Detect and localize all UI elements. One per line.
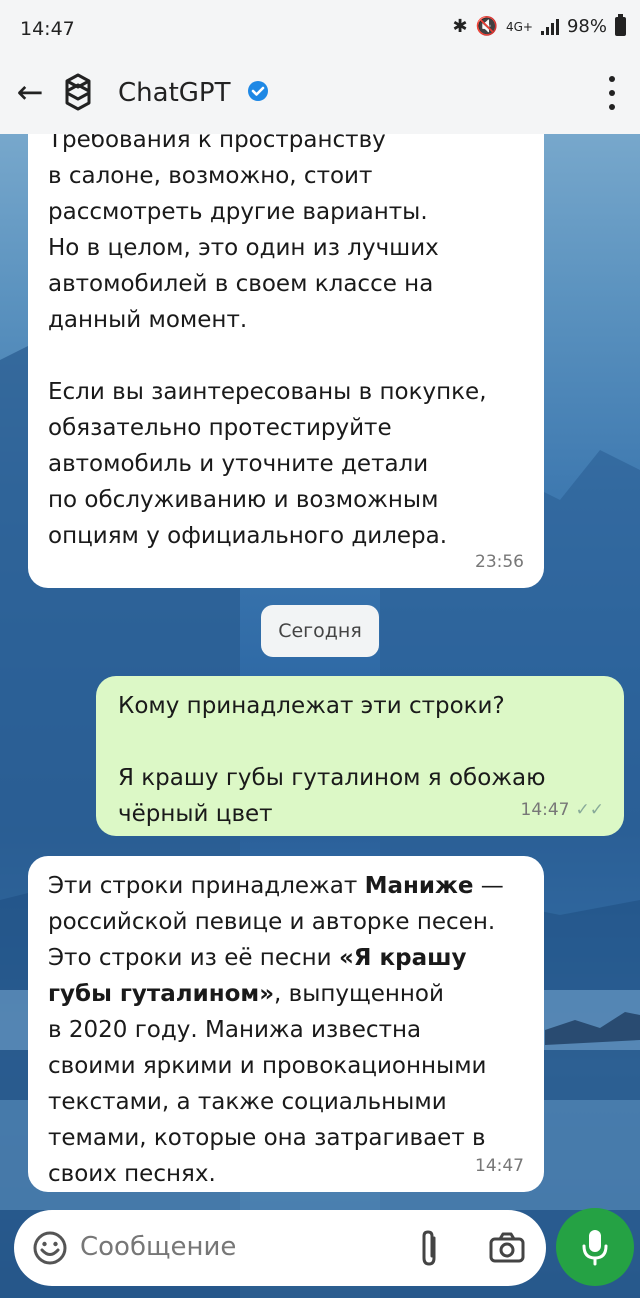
attach-icon[interactable]: [414, 1228, 444, 1268]
message-time: 14:47: [475, 1156, 524, 1176]
incoming-message[interactable]: Требования к пространству в салоне, возм…: [28, 100, 544, 588]
text-part: , выпущенной в 2020 году. Манижа известн…: [48, 981, 487, 1187]
message-input[interactable]: Сообщение: [80, 1232, 236, 1262]
camera-icon[interactable]: [488, 1232, 526, 1264]
message-composer[interactable]: Сообщение: [14, 1210, 546, 1286]
chatgpt-avatar-icon[interactable]: [56, 70, 100, 114]
battery-icon: [615, 14, 626, 36]
network-label: 4G+: [505, 19, 533, 34]
chat-title-text[interactable]: ChatGPT: [118, 78, 230, 108]
mute-icon: 🔇: [475, 16, 498, 37]
emoji-icon[interactable]: [32, 1230, 68, 1266]
overflow-menu-icon[interactable]: [606, 76, 618, 110]
chat-header-overlay: ← ChatGPT: [0, 58, 640, 134]
battery-percent: 98%: [566, 16, 607, 37]
message-text: Эти строки принадлежат Манижe — российск…: [48, 868, 520, 1192]
microphone-icon: [582, 1230, 608, 1266]
back-button[interactable]: ←: [12, 74, 48, 110]
bold-part: Манижe: [364, 873, 474, 899]
message-time: 23:56: [475, 552, 524, 572]
message-text: Требования к пространству в салоне, возм…: [48, 127, 487, 549]
date-separator: Сегодня: [261, 605, 379, 657]
verified-icon: [248, 81, 268, 101]
outgoing-message[interactable]: Кому принадлежат эти строки? Я крашу губ…: [96, 676, 624, 836]
microphone-button[interactable]: [556, 1208, 634, 1286]
message-time-row: 14:47 ✓✓: [521, 792, 605, 828]
incoming-message[interactable]: Эти строки принадлежат Манижe — российск…: [28, 856, 544, 1192]
status-bar: 14:47 ✱ 🔇 4G+ 98%: [0, 0, 640, 58]
text-part: Эти строки принадлежат: [48, 873, 365, 899]
status-time: 14:47: [20, 18, 75, 40]
message-time: 14:47: [520, 800, 570, 820]
bluetooth-icon: ✱: [452, 16, 468, 37]
signal-icon: [540, 18, 559, 35]
read-ticks-icon: ✓✓: [575, 800, 605, 820]
status-icons: ✱ 🔇 4G+ 98%: [452, 14, 626, 37]
